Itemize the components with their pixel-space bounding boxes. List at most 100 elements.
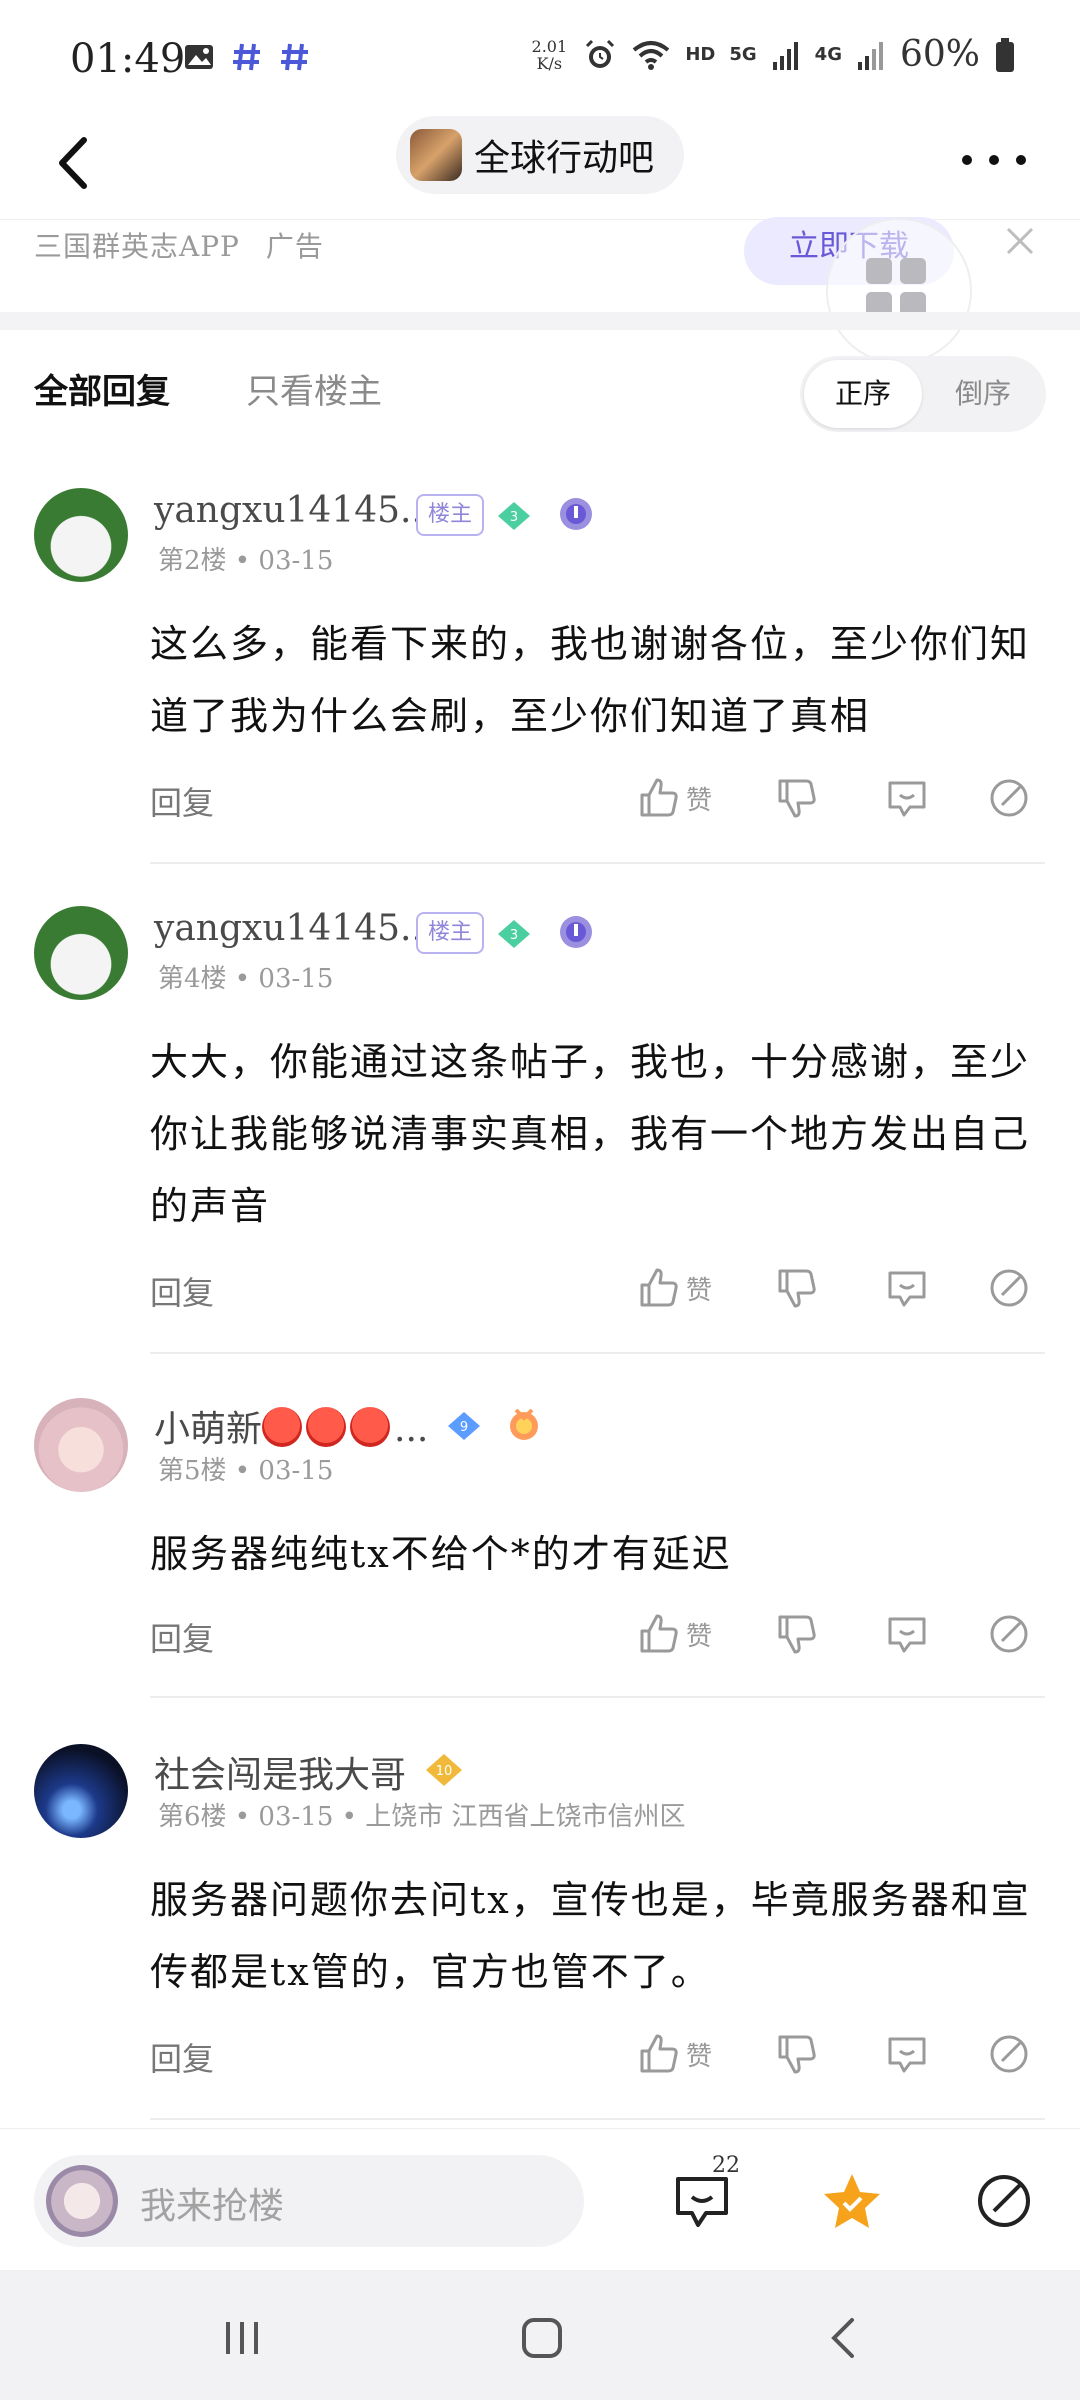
dislike-button[interactable] [774, 1260, 820, 1316]
post-meta: 第4楼 • 03-15 [158, 964, 334, 994]
divider [150, 1696, 1045, 1698]
reply-button[interactable]: 回复 [150, 1268, 214, 1314]
angry-emoji-icon [262, 1407, 303, 1447]
battery-icon [996, 37, 1014, 72]
thumbs-up-icon [640, 1268, 678, 1307]
like-button[interactable]: 赞 [636, 1260, 712, 1316]
level-badge-icon: 3 [498, 502, 530, 530]
ad-source: 三国群英志APP 广告 [34, 230, 324, 263]
dislike-button[interactable] [774, 1606, 820, 1662]
share-button[interactable] [986, 1260, 1032, 1316]
reply-content: 服务器问题你去问tx，宣传也是，毕竟服务器和宣传都是tx管的，官方也管不了。 [150, 1878, 1031, 1994]
reply-actions: 回复 赞 [150, 2026, 1050, 2086]
battery-percent: 60% [899, 34, 980, 75]
signal-bars-icon [772, 41, 798, 70]
post-meta: 第6楼 • 03-15 • 上饶市 江西省上饶市信州区 [158, 1802, 686, 1832]
comment-icon [888, 1271, 926, 1307]
thumbs-down-icon [778, 779, 816, 818]
comment-icon [888, 781, 926, 817]
my-avatar [46, 2165, 118, 2237]
bottom-action-bar: 我来抢楼 22 [0, 2128, 1080, 2270]
status-bar: 01:49 2.01 K/s HD 5G 4G 60% [0, 0, 1080, 110]
recent-apps-icon[interactable] [212, 2308, 272, 2368]
dislike-button[interactable] [774, 770, 820, 826]
dislike-button[interactable] [774, 2026, 820, 2082]
back-icon[interactable] [814, 2308, 874, 2368]
hashtag-icon [233, 43, 260, 71]
like-button[interactable]: 赞 [636, 1606, 712, 1662]
comment-button[interactable] [884, 1606, 930, 1662]
reply-button[interactable]: 回复 [150, 2034, 214, 2080]
medal-icon [510, 1408, 538, 1440]
back-arrow-icon[interactable] [44, 128, 104, 198]
level-badge-icon: 9 [448, 1412, 480, 1440]
close-icon[interactable] [1000, 221, 1040, 261]
post-meta: 第5楼 • 03-15 [158, 1456, 334, 1486]
reply-actions: 回复 赞 [150, 1606, 1050, 1666]
hd-label: HD [685, 44, 716, 65]
forum-name-pill[interactable]: 全球行动吧 [396, 116, 685, 194]
like-button[interactable]: 赞 [636, 770, 712, 826]
share-button[interactable] [986, 2026, 1032, 2082]
signal-5g-label: 5G [729, 44, 757, 65]
more-options-button[interactable] [962, 140, 1026, 180]
avatar[interactable] [34, 906, 128, 1000]
reply-button[interactable]: 回复 [150, 778, 214, 824]
username[interactable]: 小萌新... [154, 1400, 428, 1452]
username[interactable]: 社会闯是我大哥 [154, 1746, 406, 1798]
comment-icon [888, 1617, 926, 1653]
reply-button[interactable]: 回复 [150, 1614, 214, 1660]
ad-tag: 广告 [265, 230, 324, 263]
sort-ascending-button[interactable]: 正序 [804, 360, 922, 428]
grid-icon [866, 258, 892, 284]
svg-text:3: 3 [510, 928, 518, 943]
medal-icon [560, 916, 592, 948]
share-button[interactable] [986, 1606, 1032, 1662]
reply-actions: 回复 赞 [150, 1260, 1050, 1320]
reply-input-placeholder: 我来抢楼 [140, 2186, 285, 2227]
share-icon[interactable] [972, 2169, 1036, 2233]
username[interactable]: yangxu14145... [154, 908, 434, 949]
tab-only-op[interactable]: 只看楼主 [246, 364, 382, 413]
comments-icon[interactable] [670, 2169, 734, 2233]
reply-actions: 回复 赞 [150, 770, 1050, 830]
comment-button[interactable] [884, 770, 930, 826]
avatar[interactable] [34, 1398, 128, 1492]
home-icon[interactable] [512, 2308, 572, 2368]
divider [150, 1352, 1045, 1354]
avatar[interactable] [34, 488, 128, 582]
net-speed: 2.01 K/s [531, 36, 568, 73]
reply-content: 大大，你能通过这条帖子，我也，十分感谢，至少你让我能够说清事实真相，我有一个地方… [150, 1040, 1031, 1228]
angry-emoji-icon [306, 1407, 347, 1447]
star-icon[interactable] [820, 2169, 884, 2233]
comment-button[interactable] [884, 2026, 930, 2082]
thumbs-up-icon [640, 1614, 678, 1653]
sort-descending-button[interactable]: 倒序 [924, 360, 1042, 428]
username[interactable]: yangxu14145... [154, 490, 434, 531]
divider [150, 2118, 1045, 2120]
level-badge-icon: 10 [426, 1754, 462, 1786]
svg-text:10: 10 [436, 1764, 453, 1779]
divider [150, 862, 1045, 864]
svg-text:3: 3 [510, 510, 518, 525]
thumbs-up-icon [640, 778, 678, 817]
host-badge: 楼主 [416, 494, 485, 536]
status-notification-icons [182, 40, 312, 74]
gallery-icon [185, 45, 213, 69]
reply-content: 服务器纯纯tx不给个*的才有延迟 [150, 1532, 732, 1576]
share-icon [990, 1269, 1028, 1307]
like-button[interactable]: 赞 [636, 2026, 712, 2082]
tab-all-replies[interactable]: 全部回复 [34, 364, 170, 413]
thumbs-down-icon [778, 2035, 816, 2074]
sort-toggle: 正序 倒序 [800, 356, 1046, 432]
system-navigation-bar [0, 2270, 1080, 2400]
comment-count: 22 [712, 2153, 740, 2178]
share-icon [990, 779, 1028, 817]
share-button[interactable] [986, 770, 1032, 826]
reply-input[interactable]: 我来抢楼 [34, 2155, 584, 2247]
avatar[interactable] [34, 1744, 128, 1838]
medal-icon [560, 498, 592, 530]
angry-emoji-icon [350, 1407, 391, 1447]
comment-button[interactable] [884, 1260, 930, 1316]
section-divider [0, 312, 1080, 330]
